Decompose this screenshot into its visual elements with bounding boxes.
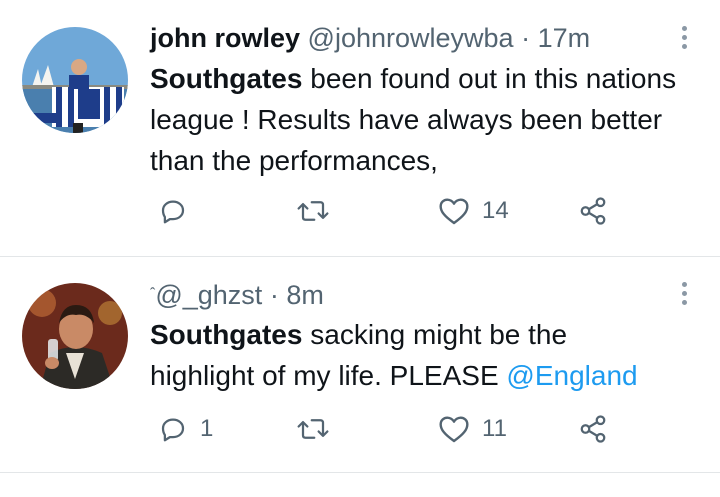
tweet-text: Southgates sacking might be the highligh…: [150, 314, 670, 396]
mention-link[interactable]: @England: [506, 360, 637, 391]
divider: [0, 472, 720, 473]
heart-icon: [439, 416, 469, 443]
display-name[interactable]: john rowley: [150, 23, 300, 53]
tweet-header: ˆ@_ghzst · 8m: [150, 279, 324, 311]
user-handle[interactable]: @_ghzst: [155, 280, 262, 310]
separator-dot: ·: [269, 280, 279, 310]
user-handle[interactable]: @johnrowleywba: [308, 23, 514, 53]
heart-icon: [439, 198, 469, 225]
like-count: 14: [482, 197, 509, 224]
reply-icon: [161, 418, 185, 442]
avatar-image: [22, 283, 128, 389]
bold-keyword: Southgates: [150, 63, 303, 94]
more-options-icon[interactable]: [682, 282, 688, 305]
retweet-button[interactable]: [296, 196, 342, 226]
tweet[interactable]: ˆ@_ghzst · 8m Southgates sacking might b…: [0, 257, 720, 472]
more-options-icon[interactable]: [682, 26, 688, 49]
tweet[interactable]: john rowley @johnrowleywba · 17m Southga…: [0, 0, 720, 256]
action-bar: 14: [0, 196, 720, 236]
share-icon: [580, 415, 606, 443]
action-bar: 1 11: [0, 414, 720, 454]
avatar-image: [22, 27, 128, 133]
separator-dot: ·: [521, 23, 531, 53]
timestamp[interactable]: 17m: [538, 23, 591, 53]
share-button[interactable]: [578, 196, 608, 226]
reply-button[interactable]: [158, 196, 200, 226]
avatar[interactable]: [22, 27, 128, 133]
retweet-button[interactable]: [296, 414, 342, 444]
timestamp[interactable]: 8m: [286, 280, 324, 310]
reply-button[interactable]: 1: [158, 414, 213, 444]
reply-icon: [161, 200, 185, 224]
share-icon: [580, 197, 606, 225]
like-count: 11: [482, 415, 507, 442]
bold-keyword: Southgates: [150, 319, 303, 350]
tweet-text: Southgates been found out in this nation…: [150, 58, 690, 181]
share-button[interactable]: [578, 414, 608, 444]
avatar[interactable]: [22, 283, 128, 389]
reply-count: 1: [200, 415, 214, 442]
retweet-icon: [297, 201, 329, 221]
like-button[interactable]: 14: [438, 196, 509, 226]
retweet-icon: [297, 419, 329, 439]
like-button[interactable]: 11: [438, 414, 507, 444]
tweet-header: john rowley @johnrowleywba · 17m: [150, 22, 590, 54]
